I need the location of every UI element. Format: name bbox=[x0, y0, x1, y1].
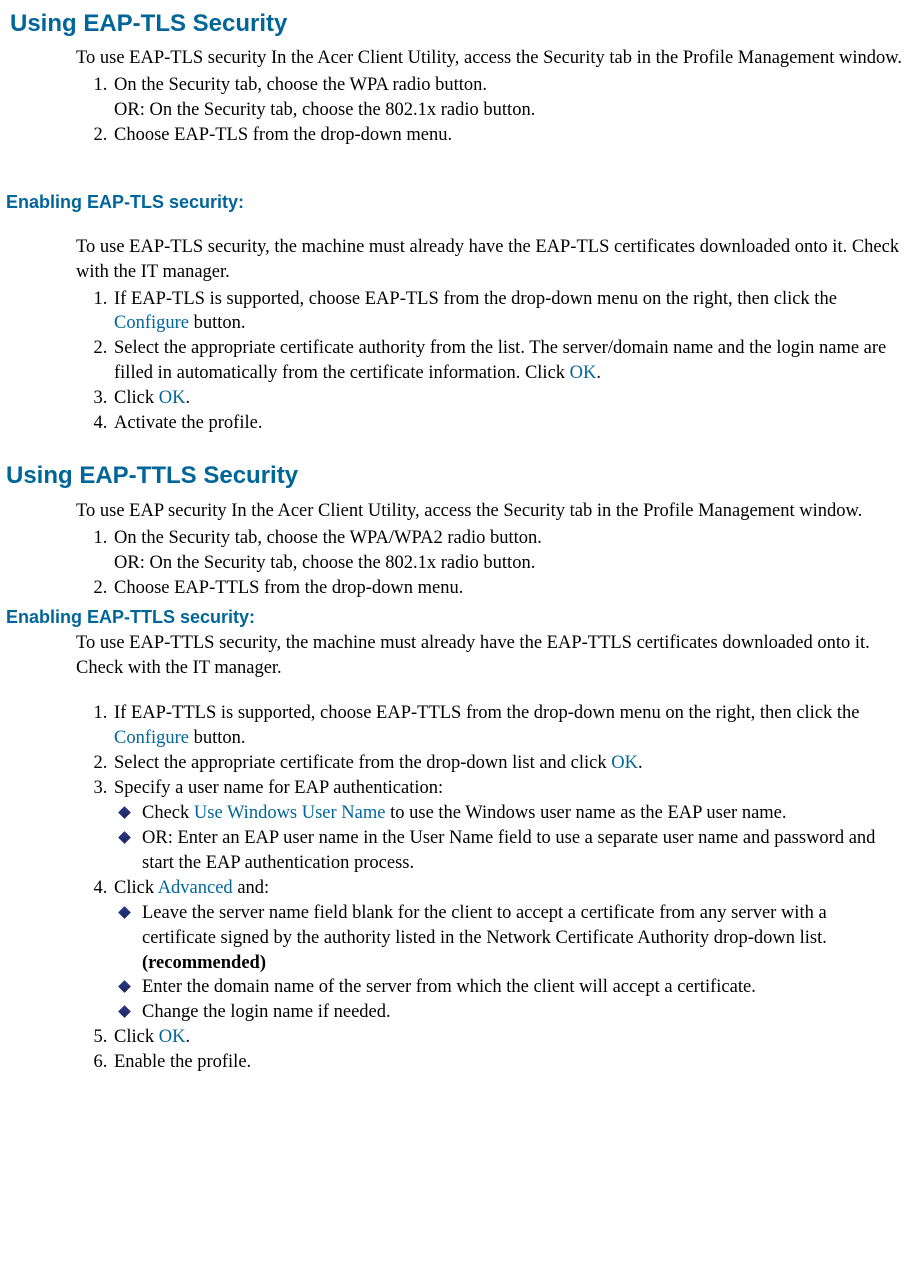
list-item: If EAP-TLS is supported, choose EAP-TLS … bbox=[112, 287, 903, 337]
step-text: Select the appropriate certificate from … bbox=[114, 753, 611, 773]
bullet-item: Check Use Windows User Name to use the W… bbox=[140, 801, 903, 826]
ok-link[interactable]: OK bbox=[611, 753, 638, 773]
list-item: Choose EAP-TTLS from the drop-down menu. bbox=[112, 576, 903, 601]
step-text: Activate the profile. bbox=[114, 413, 262, 433]
list-item: Select the appropriate certificate autho… bbox=[112, 336, 903, 386]
intro-eap-tls: To use EAP-TLS security In the Acer Clie… bbox=[76, 46, 903, 71]
sub-bullets: Check Use Windows User Name to use the W… bbox=[114, 801, 903, 876]
heading-eap-tls: Using EAP-TLS Security bbox=[6, 8, 903, 40]
list-item: Activate the profile. bbox=[112, 411, 903, 436]
step-text: . bbox=[185, 1027, 190, 1047]
list-item: Click OK. bbox=[112, 386, 903, 411]
configure-link[interactable]: Configure bbox=[114, 728, 189, 748]
step-text: Click bbox=[114, 878, 158, 898]
step-text: . bbox=[596, 363, 601, 383]
step-text: Enable the profile. bbox=[114, 1052, 251, 1072]
list-item: On the Security tab, choose the WPA radi… bbox=[112, 73, 903, 123]
step-text: On the Security tab, choose the WPA radi… bbox=[114, 75, 487, 95]
bullet-item: Leave the server name field blank for th… bbox=[140, 901, 903, 976]
step-text: and: bbox=[233, 878, 269, 898]
advanced-link[interactable]: Advanced bbox=[158, 878, 233, 898]
step-text: button. bbox=[189, 728, 246, 748]
steps-enable-eap-ttls: If EAP-TTLS is supported, choose EAP-TTL… bbox=[76, 701, 903, 1076]
steps-eap-ttls: On the Security tab, choose the WPA/WPA2… bbox=[76, 526, 903, 601]
steps-enable-eap-tls: If EAP-TLS is supported, choose EAP-TLS … bbox=[76, 287, 903, 437]
bullet-text: Enter the domain name of the server from… bbox=[142, 977, 756, 997]
list-item: Click OK. bbox=[112, 1025, 903, 1050]
step-text: If EAP-TLS is supported, choose EAP-TLS … bbox=[114, 289, 837, 309]
bullet-text: Leave the server name field blank for th… bbox=[142, 903, 827, 948]
bullet-text: Check bbox=[142, 803, 194, 823]
sub-bullets: Leave the server name field blank for th… bbox=[114, 901, 903, 1026]
bullet-text: OR: Enter an EAP user name in the User N… bbox=[142, 828, 875, 873]
intro-enable-eap-ttls: To use EAP-TTLS security, the machine mu… bbox=[76, 631, 903, 681]
step-text: Choose EAP-TTLS from the drop-down menu. bbox=[114, 578, 463, 598]
bullet-item: Change the login name if needed. bbox=[140, 1000, 903, 1025]
ok-link[interactable]: OK bbox=[159, 1027, 186, 1047]
step-text: . bbox=[185, 388, 190, 408]
subheading-enable-eap-tls: Enabling EAP-TLS security: bbox=[6, 190, 903, 214]
configure-link[interactable]: Configure bbox=[114, 313, 189, 333]
step-text: . bbox=[638, 753, 643, 773]
intro-eap-ttls: To use EAP security In the Acer Client U… bbox=[76, 499, 903, 524]
list-item: If EAP-TTLS is supported, choose EAP-TTL… bbox=[112, 701, 903, 751]
ok-link[interactable]: OK bbox=[159, 388, 186, 408]
step-text: button. bbox=[189, 313, 246, 333]
ok-link[interactable]: OK bbox=[570, 363, 597, 383]
list-item: Select the appropriate certificate from … bbox=[112, 751, 903, 776]
step-text: If EAP-TTLS is supported, choose EAP-TTL… bbox=[114, 703, 860, 723]
bullet-item: OR: Enter an EAP user name in the User N… bbox=[140, 826, 903, 876]
step-text: On the Security tab, choose the WPA/WPA2… bbox=[114, 528, 542, 548]
list-item: Specify a user name for EAP authenticati… bbox=[112, 776, 903, 876]
steps-eap-tls: On the Security tab, choose the WPA radi… bbox=[76, 73, 903, 148]
subheading-enable-eap-ttls: Enabling EAP-TTLS security: bbox=[6, 605, 903, 629]
step-text: Select the appropriate certificate autho… bbox=[114, 338, 886, 383]
step-text-or: OR: On the Security tab, choose the 802.… bbox=[114, 551, 903, 576]
step-text: Specify a user name for EAP authenticati… bbox=[114, 778, 443, 798]
bullet-text: Change the login name if needed. bbox=[142, 1002, 391, 1022]
list-item: Enable the profile. bbox=[112, 1050, 903, 1075]
list-item: Choose EAP-TLS from the drop-down menu. bbox=[112, 123, 903, 148]
intro-enable-eap-tls: To use EAP-TLS security, the machine mus… bbox=[76, 235, 903, 285]
bullet-item: Enter the domain name of the server from… bbox=[140, 975, 903, 1000]
list-item: On the Security tab, choose the WPA/WPA2… bbox=[112, 526, 903, 576]
use-windows-user-name-link[interactable]: Use Windows User Name bbox=[194, 803, 386, 823]
bullet-text: to use the Windows user name as the EAP … bbox=[385, 803, 786, 823]
step-text-or: OR: On the Security tab, choose the 802.… bbox=[114, 98, 903, 123]
step-text: Click bbox=[114, 388, 159, 408]
step-text: Click bbox=[114, 1027, 159, 1047]
recommended-label: (recommended) bbox=[142, 953, 266, 973]
step-text: Choose EAP-TLS from the drop-down menu. bbox=[114, 125, 452, 145]
list-item: Click Advanced and: Leave the server nam… bbox=[112, 876, 903, 1026]
heading-eap-ttls: Using EAP-TTLS Security bbox=[6, 460, 903, 492]
